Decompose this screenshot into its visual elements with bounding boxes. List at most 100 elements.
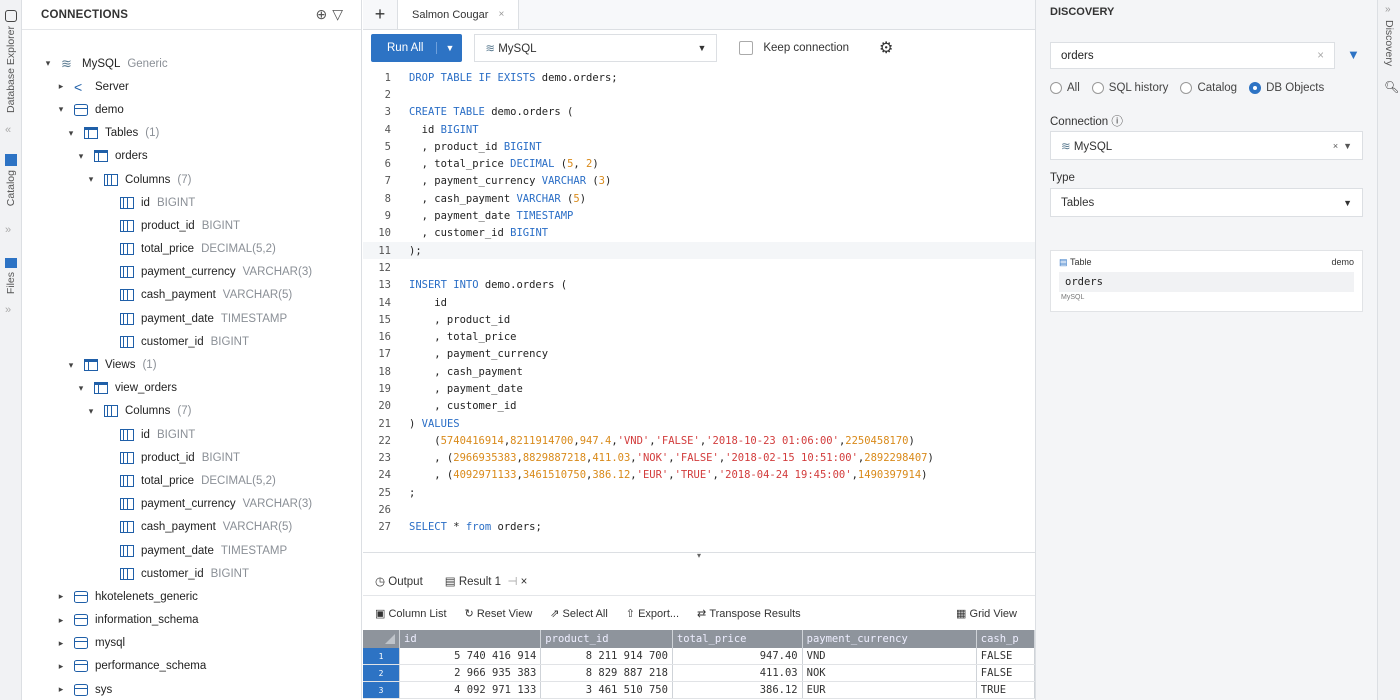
panel-splitter[interactable]: ▾ [363, 552, 1035, 566]
catalog-tab[interactable]: Catalog [1, 150, 21, 206]
expand-arrow-icon[interactable]: ▾ [64, 360, 78, 371]
tree-node[interactable]: payment_date TIMESTAMP [22, 307, 361, 330]
tree-node[interactable]: ▸ sys [22, 678, 361, 700]
gear-icon[interactable]: ⚙ [879, 38, 893, 58]
expand-arrow-icon[interactable]: ▾ [64, 128, 78, 139]
add-connection-icon[interactable]: ⊕ [315, 6, 327, 23]
table-cell[interactable]: 4 092 971 133 [400, 682, 542, 698]
table-cell[interactable]: 8 211 914 700 [541, 648, 673, 664]
radio-catalog[interactable]: Catalog [1180, 82, 1237, 94]
collapse-chevron-icon[interactable]: « [5, 124, 11, 136]
expand-arrow-icon[interactable]: ▾ [41, 58, 55, 69]
table-row[interactable]: 22 966 935 383 8 829 887 218 411.03 NOK FALS… [363, 665, 1035, 682]
tree-node[interactable]: total_price DECIMAL(5,2) [22, 469, 361, 492]
tree-node[interactable]: payment_currency VARCHAR(3) [22, 493, 361, 516]
keep-connection-checkbox[interactable] [739, 41, 754, 55]
search-icon[interactable]: 🔍︎ [1384, 80, 1399, 94]
table-cell[interactable]: 386.12 [673, 682, 803, 698]
expand-arrow-icon[interactable]: ▸ [54, 638, 68, 649]
expand-arrow-icon[interactable]: ▾ [84, 174, 98, 185]
tree-node[interactable]: cash_payment VARCHAR(5) [22, 284, 361, 307]
tree-node[interactable]: ▾ Tables (1) [22, 122, 361, 145]
tree-node[interactable]: product_id BIGINT [22, 214, 361, 237]
table-cell[interactable]: VND [803, 648, 977, 664]
table-cell[interactable]: 947.40 [673, 648, 803, 664]
table-cell[interactable]: 2 966 935 383 [400, 665, 542, 681]
tree-node[interactable]: product_id BIGINT [22, 446, 361, 469]
column-list-button[interactable]: ▣ Column List [375, 607, 447, 620]
expand-arrow-icon[interactable]: ▾ [54, 104, 68, 115]
tab-salmon-cougar[interactable]: Salmon Cougar × [397, 0, 520, 29]
info-icon[interactable]: ⓘ [1111, 116, 1123, 128]
tree-node[interactable]: ▾ Views (1) [22, 353, 361, 376]
select-all-button[interactable]: ⇗ Select All [550, 607, 608, 620]
files-tab[interactable]: Files [1, 254, 21, 294]
expand-chevron-icon[interactable]: » [5, 224, 11, 236]
tree-node[interactable]: cash_payment VARCHAR(5) [22, 516, 361, 539]
table-cell[interactable]: FALSE [977, 665, 1035, 681]
close-tab-icon[interactable]: × [498, 9, 504, 20]
tree-node[interactable]: total_price DECIMAL(5,2) [22, 238, 361, 261]
clear-search-icon[interactable]: × [1317, 50, 1324, 62]
table-cell[interactable]: FALSE [977, 648, 1035, 664]
expand-chevron-icon[interactable]: » [5, 304, 11, 316]
tree-node[interactable]: ▸ performance_schema [22, 655, 361, 678]
tree-node[interactable]: ▸ information_schema [22, 609, 361, 632]
radio-sql-history[interactable]: SQL history [1091, 82, 1168, 94]
tree-node[interactable]: ▸ mysql [22, 632, 361, 655]
tree-node[interactable]: ▾ ≋ MySQL Generic [22, 52, 361, 75]
table-cell[interactable]: 411.03 [673, 665, 803, 681]
table-cell[interactable]: 5 740 416 914 [400, 648, 542, 664]
tree-node[interactable]: ▾ view_orders [22, 377, 361, 400]
tree-node[interactable]: customer_id BIGINT [22, 562, 361, 585]
run-dropdown-icon[interactable]: ▼ [437, 43, 462, 53]
radio-button[interactable] [1180, 82, 1193, 94]
radio-button[interactable] [1050, 82, 1062, 94]
keep-connection-toggle[interactable]: Keep connection [739, 41, 849, 55]
expand-arrow-icon[interactable]: ▸ [54, 615, 68, 626]
discovery-result-card[interactable]: ▤ Table demo orders MySQL [1050, 250, 1363, 312]
tree-node[interactable]: ▾ Columns (7) [22, 168, 361, 191]
discovery-search-input[interactable]: orders × [1050, 42, 1335, 69]
filter-icon[interactable]: ▽ [332, 6, 343, 23]
export-button[interactable]: ⇧ Export... [626, 607, 679, 620]
tab-result-1[interactable]: ▤ Result 1 ⊣ × [445, 574, 528, 588]
tree-node[interactable]: id BIGINT [22, 423, 361, 446]
radio-button[interactable] [1091, 82, 1104, 94]
table-cell[interactable]: 3 461 510 750 [541, 682, 673, 698]
table-row[interactable]: 34 092 971 133 3 461 510 750 386.12 EUR TRUE [363, 682, 1035, 699]
run-all-button[interactable]: Run All ▼ [371, 34, 463, 62]
code-editor[interactable]: 1 DROP TABLE IF EXISTS demo.orders; 2 3 CREA… [363, 69, 1035, 552]
tree-node[interactable]: payment_date TIMESTAMP [22, 539, 361, 562]
column-header[interactable]: product_id [541, 630, 673, 648]
table-cell[interactable]: 8 829 887 218 [541, 665, 673, 681]
database-explorer-tab[interactable]: Database Explorer [1, 6, 21, 113]
discovery-strip-label[interactable]: Discovery [1383, 20, 1395, 66]
radio-db-objects[interactable]: DB Objects [1249, 82, 1324, 94]
tree-node[interactable]: ▸ hkotelenets_generic [22, 585, 361, 608]
column-header[interactable]: id [400, 630, 542, 648]
expand-arrow-icon[interactable]: ▾ [74, 383, 88, 394]
grid-view-button[interactable]: ▦ Grid View [956, 607, 1017, 620]
tree-node[interactable]: ▸ < Server [22, 75, 361, 98]
tree-node[interactable]: id BIGINT [22, 191, 361, 214]
table-cell[interactable]: TRUE [977, 682, 1035, 698]
expand-arrow-icon[interactable]: ▸ [54, 81, 68, 92]
column-header[interactable]: cash_p [977, 630, 1035, 648]
tree-node[interactable]: ▾ Columns (7) [22, 400, 361, 423]
tree-node[interactable]: payment_currency VARCHAR(3) [22, 261, 361, 284]
radio-all[interactable]: All [1050, 82, 1080, 94]
new-tab-button[interactable]: + [363, 0, 397, 29]
tree-node[interactable]: ▾ demo [22, 98, 361, 121]
table-cell[interactable]: EUR [803, 682, 977, 698]
tree-node[interactable]: customer_id BIGINT [22, 330, 361, 353]
filter-icon[interactable]: ▼ [1347, 47, 1360, 62]
expand-arrow-icon[interactable]: ▸ [54, 591, 68, 602]
close-icon[interactable]: × [521, 576, 528, 588]
type-select[interactable]: Tables ▼ [1050, 188, 1363, 217]
transpose-button[interactable]: ⇄ Transpose Results [697, 607, 801, 620]
reset-view-button[interactable]: ↻ Reset View [465, 607, 533, 620]
connection-select[interactable]: ≋ MySQL × ▼ [1050, 131, 1363, 160]
expand-chevron-icon[interactable]: » [1385, 4, 1391, 15]
tree-node[interactable]: ▾ orders [22, 145, 361, 168]
